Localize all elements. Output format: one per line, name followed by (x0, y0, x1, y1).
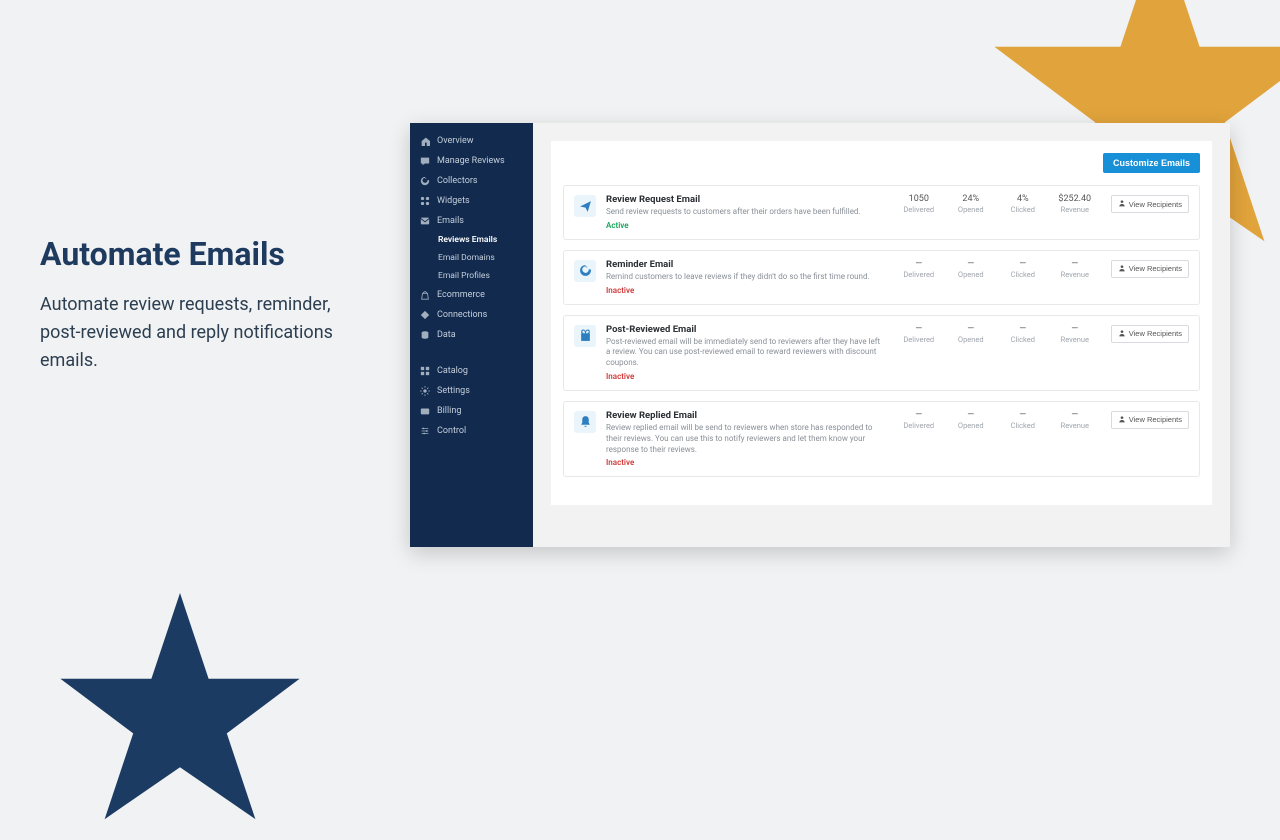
sidebar-item-overview[interactable]: Overview (410, 131, 533, 151)
grid-icon (420, 366, 430, 376)
stat-clicked: 4%Clicked (997, 194, 1049, 214)
stat-revenue: $252.40Revenue (1049, 194, 1101, 214)
sidebar-item-emails[interactable]: Emails (410, 211, 533, 231)
email-title: Review Replied Email (606, 410, 883, 421)
stat-delivered: 1050Delivered (893, 194, 945, 214)
view-recipients-button[interactable]: View Recipients (1111, 325, 1189, 343)
card-icon (420, 406, 430, 416)
stat-revenue: —Revenue (1049, 410, 1101, 430)
user-icon (1118, 329, 1126, 339)
email-description: Remind customers to leave reviews if the… (606, 272, 883, 283)
stats-group: —Delivered—Opened—Clicked—Revenue (893, 324, 1101, 344)
email-card-reminder-email: Reminder Email Remind customers to leave… (563, 250, 1200, 305)
stat-opened: 24%Opened (945, 194, 997, 214)
status-badge: Inactive (606, 458, 883, 467)
view-recipients-button[interactable]: View Recipients (1111, 411, 1189, 429)
sidebar-item-widgets[interactable]: Widgets (410, 191, 533, 211)
home-icon (420, 136, 430, 146)
marketing-body: Automate review requests, reminder, post… (40, 291, 360, 375)
bag-icon (420, 290, 430, 300)
email-card-review-replied-email: Review Replied Email Review replied emai… (563, 401, 1200, 477)
email-card-post-reviewed-email: Post-Reviewed Email Post-reviewed email … (563, 315, 1200, 391)
sidebar-item-label: Widgets (437, 196, 470, 206)
db-icon (420, 330, 430, 340)
review-icon (420, 156, 430, 166)
stats-group: 1050Delivered24%Opened4%Clicked$252.40Re… (893, 194, 1101, 214)
sidebar-item-label: Connections (437, 310, 487, 320)
stat-opened: —Opened (945, 259, 997, 279)
sidebar: Overview Manage Reviews Collectors Widge… (410, 123, 533, 547)
email-title: Post-Reviewed Email (606, 324, 883, 335)
stat-delivered: —Delivered (893, 259, 945, 279)
sidebar-item-collectors[interactable]: Collectors (410, 171, 533, 191)
sidebar-item-label: Control (437, 426, 466, 436)
sidebar-item-label: Overview (437, 136, 473, 146)
stat-opened: —Opened (945, 324, 997, 344)
sidebar-subitem-email-domains[interactable]: Email Domains (410, 249, 533, 267)
user-icon (1118, 264, 1126, 274)
sidebar-subitem-email-profiles[interactable]: Email Profiles (410, 267, 533, 285)
star-decoration-navy (50, 580, 310, 840)
bell-icon (574, 411, 596, 433)
sidebar-subitem-reviews-emails[interactable]: Reviews Emails (410, 231, 533, 249)
refresh-icon (574, 260, 596, 282)
stat-delivered: —Delivered (893, 410, 945, 430)
main-content: Customize Emails Review Request Email Se… (533, 123, 1230, 547)
gift-icon (574, 325, 596, 347)
sidebar-item-label: Settings (437, 386, 470, 396)
refresh-icon (420, 176, 430, 186)
diamond-icon (420, 310, 430, 320)
sidebar-item-settings[interactable]: Settings (410, 381, 533, 401)
sidebar-item-label: Collectors (437, 176, 478, 186)
send-icon (574, 195, 596, 217)
sidebar-item-label: Data (437, 330, 456, 340)
user-icon (1118, 199, 1126, 209)
sidebar-item-data[interactable]: Data (410, 325, 533, 345)
sidebar-item-label: Manage Reviews (437, 156, 505, 166)
stat-clicked: —Clicked (997, 259, 1049, 279)
status-badge: Inactive (606, 372, 883, 381)
sidebar-item-connections[interactable]: Connections (410, 305, 533, 325)
view-recipients-button[interactable]: View Recipients (1111, 195, 1189, 213)
sidebar-item-billing[interactable]: Billing (410, 401, 533, 421)
stat-clicked: —Clicked (997, 324, 1049, 344)
stat-opened: —Opened (945, 410, 997, 430)
app-window: Overview Manage Reviews Collectors Widge… (410, 123, 1230, 547)
view-recipients-button[interactable]: View Recipients (1111, 260, 1189, 278)
marketing-title: Automate Emails (40, 235, 360, 273)
sidebar-item-catalog[interactable]: Catalog (410, 361, 533, 381)
stat-revenue: —Revenue (1049, 259, 1101, 279)
email-description: Review replied email will be send to rev… (606, 423, 883, 455)
widgets-icon (420, 196, 430, 206)
email-panel: Customize Emails Review Request Email Se… (551, 141, 1212, 505)
status-badge: Active (606, 221, 883, 230)
email-title: Reminder Email (606, 259, 883, 270)
mail-icon (420, 216, 430, 226)
sliders-icon (420, 426, 430, 436)
gear-icon (420, 386, 430, 396)
stat-clicked: —Clicked (997, 410, 1049, 430)
sidebar-item-manage-reviews[interactable]: Manage Reviews (410, 151, 533, 171)
stat-delivered: —Delivered (893, 324, 945, 344)
email-title: Review Request Email (606, 194, 883, 205)
sidebar-item-ecommerce[interactable]: Ecommerce (410, 285, 533, 305)
sidebar-item-label: Catalog (437, 366, 468, 376)
email-description: Send review requests to customers after … (606, 207, 883, 218)
email-description: Post-reviewed email will be immediately … (606, 337, 883, 369)
sidebar-item-label: Ecommerce (437, 290, 485, 300)
stat-revenue: —Revenue (1049, 324, 1101, 344)
sidebar-item-control[interactable]: Control (410, 421, 533, 441)
sidebar-item-label: Emails (437, 216, 464, 226)
status-badge: Inactive (606, 286, 883, 295)
sidebar-item-label: Billing (437, 406, 461, 416)
email-card-review-request-email: Review Request Email Send review request… (563, 185, 1200, 240)
stats-group: —Delivered—Opened—Clicked—Revenue (893, 410, 1101, 430)
stats-group: —Delivered—Opened—Clicked—Revenue (893, 259, 1101, 279)
marketing-copy: Automate Emails Automate review requests… (40, 235, 360, 375)
customize-emails-button[interactable]: Customize Emails (1103, 153, 1200, 173)
user-icon (1118, 415, 1126, 425)
